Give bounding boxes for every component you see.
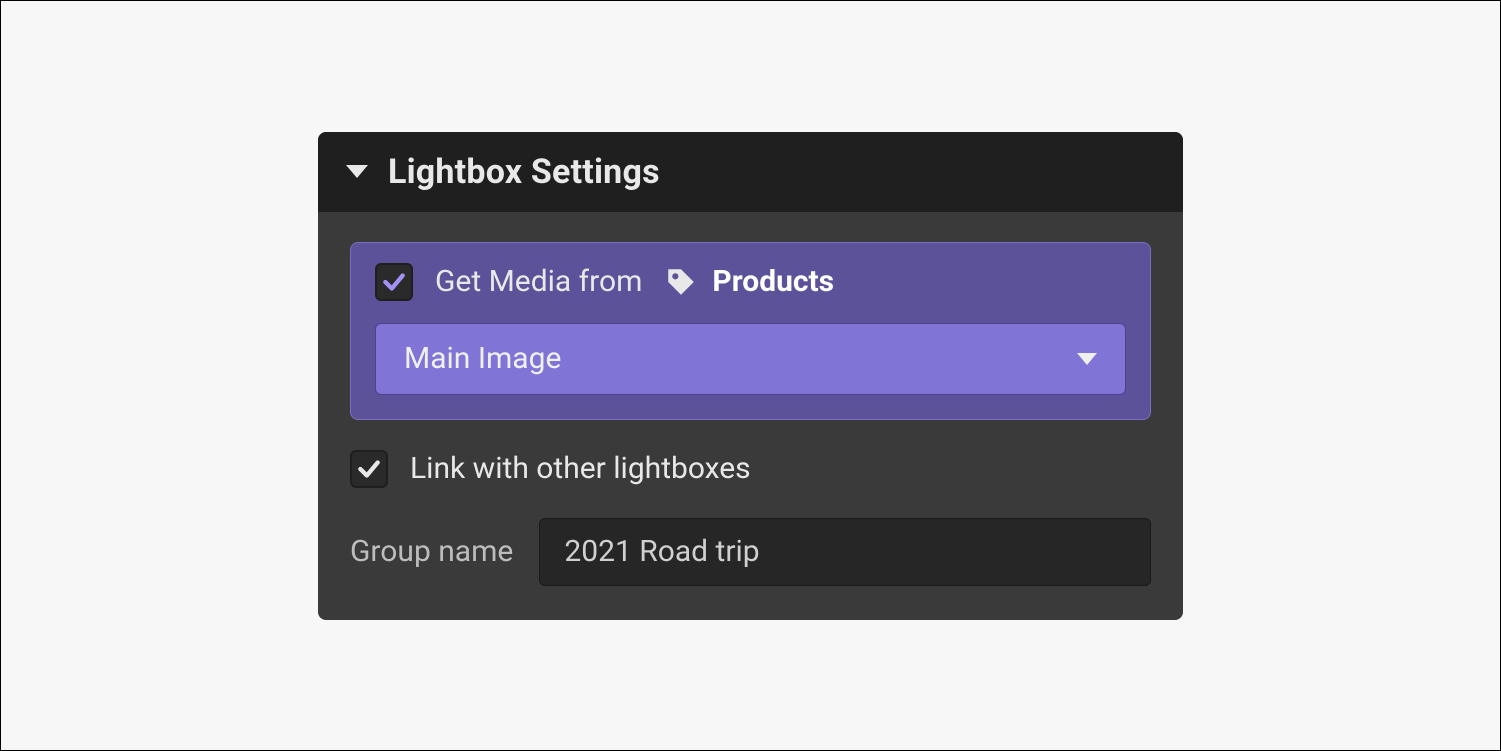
panel-header[interactable]: Lightbox Settings — [318, 132, 1183, 212]
group-name-input[interactable]: 2021 Road trip — [539, 518, 1151, 586]
get-media-label: Get Media from — [435, 264, 642, 299]
check-icon — [381, 269, 407, 295]
get-media-checkbox[interactable] — [375, 263, 413, 301]
media-field-select[interactable]: Main Image — [375, 323, 1126, 395]
select-value: Main Image — [404, 341, 561, 376]
check-icon — [356, 456, 382, 482]
media-source-block: Get Media from Products Main Image — [350, 242, 1151, 420]
group-name-row: Group name 2021 Road trip — [350, 518, 1151, 586]
tag-icon — [664, 265, 698, 299]
link-lightboxes-checkbox[interactable] — [350, 450, 388, 488]
chevron-down-icon — [346, 165, 368, 178]
panel-title: Lightbox Settings — [388, 152, 660, 192]
panel-body: Get Media from Products Main Image Link … — [318, 212, 1183, 620]
group-name-value: 2021 Road trip — [564, 534, 759, 569]
media-source-name: Products — [712, 264, 834, 299]
lightbox-settings-panel: Lightbox Settings Get Media from Product… — [318, 132, 1183, 620]
chevron-down-icon — [1077, 353, 1097, 365]
link-lightboxes-label: Link with other lightboxes — [410, 451, 751, 486]
group-name-label: Group name — [350, 534, 513, 569]
link-lightboxes-row: Link with other lightboxes — [350, 450, 1151, 488]
get-media-row: Get Media from Products — [375, 263, 1126, 301]
